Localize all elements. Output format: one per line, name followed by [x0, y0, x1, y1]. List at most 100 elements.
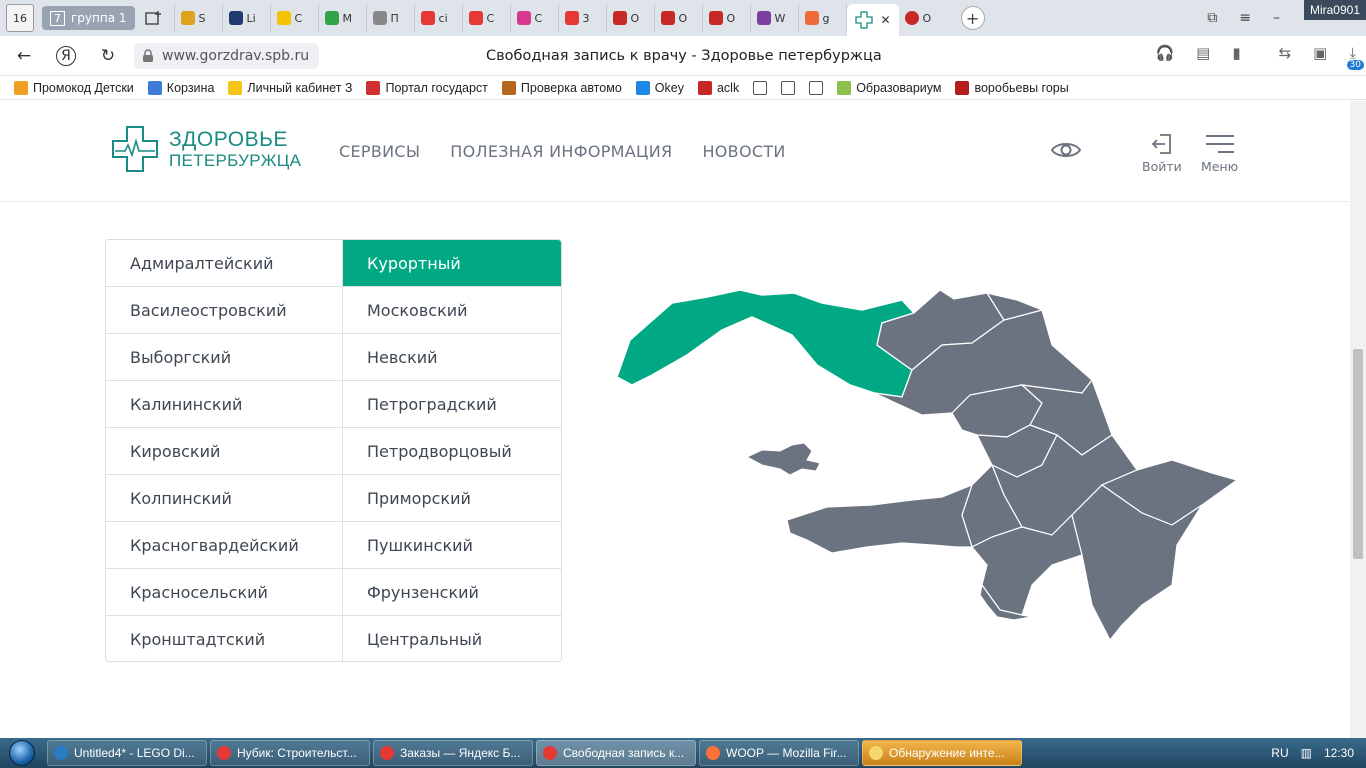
district-item[interactable]: Петродворцовый	[343, 428, 561, 475]
user-name: Mira0901	[1303, 0, 1366, 20]
district-item[interactable]: Красногвардейский	[106, 522, 343, 569]
menu-button[interactable]: Меню	[1201, 133, 1238, 174]
district-item[interactable]: Курортный	[343, 240, 561, 287]
tab-item[interactable]: O	[607, 4, 655, 32]
tab-item[interactable]: W	[751, 4, 799, 32]
tab-count-button[interactable]: 16	[6, 4, 34, 32]
url-field[interactable]: www.gorzdrav.spb.ru	[134, 42, 320, 69]
tab-item[interactable]: S	[175, 4, 223, 32]
district-item[interactable]: Центральный	[343, 616, 561, 661]
headphones-icon[interactable]: 🎧	[1155, 44, 1174, 62]
bookmark-icon[interactable]: ▮	[1232, 44, 1240, 62]
main-nav: СЕРВИСЫ ПОЛЕЗНАЯ ИНФОРМАЦИЯ НОВОСТИ	[339, 142, 786, 161]
back-icon[interactable]: ←	[12, 44, 36, 68]
bookmark-page-icon[interactable]	[753, 80, 768, 95]
bookmark-item[interactable]: Проверка автомо	[501, 80, 622, 95]
district-item[interactable]: Василеостровский	[106, 287, 343, 334]
district-item[interactable]: Пушкинский	[343, 522, 561, 569]
site-logo[interactable]: ЗДОРОВЬЕ ПЕТЕРБУРЖЦА	[111, 125, 301, 173]
tab-favicon	[324, 11, 339, 25]
taskbar-window-button[interactable]: Заказы — Яндекс Б...	[373, 740, 533, 766]
scrollbar-thumb[interactable]	[1353, 349, 1363, 559]
windows-taskbar: Untitled4* - LEGO Di... Нубик: Строительс…	[0, 738, 1366, 768]
accessibility-eye-icon[interactable]	[1050, 139, 1082, 165]
tab-item[interactable]: C	[463, 4, 511, 32]
tab-label: O	[922, 11, 932, 25]
bookmark-item[interactable]: Промокод Детски	[14, 80, 134, 95]
tab-item[interactable]: O	[703, 4, 751, 32]
tab-item[interactable]: Li	[223, 4, 271, 32]
tab-label: C	[294, 11, 303, 25]
tab-count: 16	[13, 11, 27, 25]
menu-icon[interactable]: ≡	[1239, 10, 1251, 26]
taskbar-window-label: WOOP — Mozilla Fir...	[726, 746, 847, 760]
protect-icon[interactable]: ▣	[1313, 44, 1327, 62]
district-item[interactable]: Кронштадтский	[106, 616, 343, 661]
translate-icon[interactable]: ⇆	[1279, 44, 1292, 62]
taskbar-window-button[interactable]: Свободная запись к...	[536, 740, 696, 766]
bookmark-item[interactable]: Okey	[635, 80, 684, 95]
taskbar-window-button[interactable]: Нубик: Строительст...	[210, 740, 370, 766]
district-item[interactable]: Фрунзенский	[343, 569, 561, 616]
tab-item[interactable]: C	[271, 4, 319, 32]
close-tab-icon[interactable]: ✕	[881, 13, 891, 27]
tab-item[interactable]: O	[655, 4, 703, 32]
tab-last[interactable]: O	[899, 4, 947, 32]
bookmark-page-icon[interactable]	[781, 80, 796, 95]
bookmark-page-icon[interactable]	[809, 80, 824, 95]
bookmark-item[interactable]: Портал государст	[366, 80, 488, 95]
reader-mode-icon[interactable]: ▤	[1196, 44, 1210, 62]
page-scrollbar[interactable]	[1350, 101, 1366, 738]
district-item[interactable]: Кировский	[106, 428, 343, 475]
tab-item[interactable]: П	[367, 4, 415, 32]
nav-useful-info[interactable]: ПОЛЕЗНАЯ ИНФОРМАЦИЯ	[450, 142, 672, 161]
start-button[interactable]	[0, 738, 44, 768]
language-indicator[interactable]: RU	[1271, 746, 1288, 760]
reload-icon[interactable]: ↻	[96, 44, 120, 68]
bookmark-item[interactable]: Личный кабинет З	[228, 80, 352, 95]
tab-item[interactable]: C	[511, 4, 559, 32]
map-district-kronshtadtsky[interactable]	[745, 442, 821, 476]
login-button[interactable]: Войти	[1142, 133, 1182, 174]
tab-item[interactable]: ci	[415, 4, 463, 32]
network-icon[interactable]: ▥	[1301, 746, 1312, 760]
tab-group[interactable]: 7 группа 1	[42, 6, 135, 30]
bookmark-favicon	[228, 80, 243, 95]
tab-item[interactable]: 3	[559, 4, 607, 32]
windows-orb-icon	[9, 740, 35, 766]
clock[interactable]: 12:30	[1324, 746, 1354, 760]
district-item[interactable]: Колпинский	[106, 475, 343, 522]
district-item[interactable]: Невский	[343, 334, 561, 381]
taskbar-window-button[interactable]: WOOP — Mozilla Fir...	[699, 740, 859, 766]
bookmark-item[interactable]: Корзина	[147, 80, 215, 95]
district-item[interactable]: Московский	[343, 287, 561, 334]
new-tab-group-icon[interactable]	[135, 4, 175, 32]
minimize-icon[interactable]: –	[1273, 10, 1280, 26]
district-item[interactable]: Выборгский	[106, 334, 343, 381]
district-item[interactable]: Адмиралтейский	[106, 240, 343, 287]
tab-active[interactable]: ✕	[846, 4, 899, 36]
bookmark-label: Корзина	[166, 80, 215, 95]
bookmark-favicon	[955, 80, 970, 95]
tabs-list: S Li C M Пci C C 3 O O O Wg	[175, 4, 847, 32]
bookmark-item[interactable]: Образовариум	[837, 80, 941, 95]
tab-item[interactable]: M	[319, 4, 367, 32]
district-item[interactable]: Петроградский	[343, 381, 561, 428]
bookmark-item[interactable]: воробьевы горы	[955, 80, 1069, 95]
taskbar-window-button[interactable]: Обнаружение инте...	[862, 740, 1022, 766]
downloads-icon[interactable]: ⤓ 30	[1346, 44, 1364, 70]
collections-icon[interactable]: ⧉	[1207, 10, 1217, 26]
yandex-icon[interactable]: Я	[56, 45, 76, 66]
tab-item[interactable]: g	[799, 4, 847, 32]
map-district-kurortny[interactable]	[616, 289, 916, 398]
taskbar-window-button[interactable]: Untitled4* - LEGO Di...	[47, 740, 207, 766]
bookmark-item[interactable]: aclk	[697, 80, 739, 95]
new-tab-button[interactable]: +	[960, 6, 985, 30]
tab-favicon	[372, 11, 387, 25]
map-district-krasnoselsky[interactable]	[786, 483, 973, 554]
nav-news[interactable]: НОВОСТИ	[702, 142, 785, 161]
nav-services[interactable]: СЕРВИСЫ	[339, 142, 420, 161]
district-item[interactable]: Калининский	[106, 381, 343, 428]
district-item[interactable]: Приморский	[343, 475, 561, 522]
district-item[interactable]: Красносельский	[106, 569, 343, 616]
